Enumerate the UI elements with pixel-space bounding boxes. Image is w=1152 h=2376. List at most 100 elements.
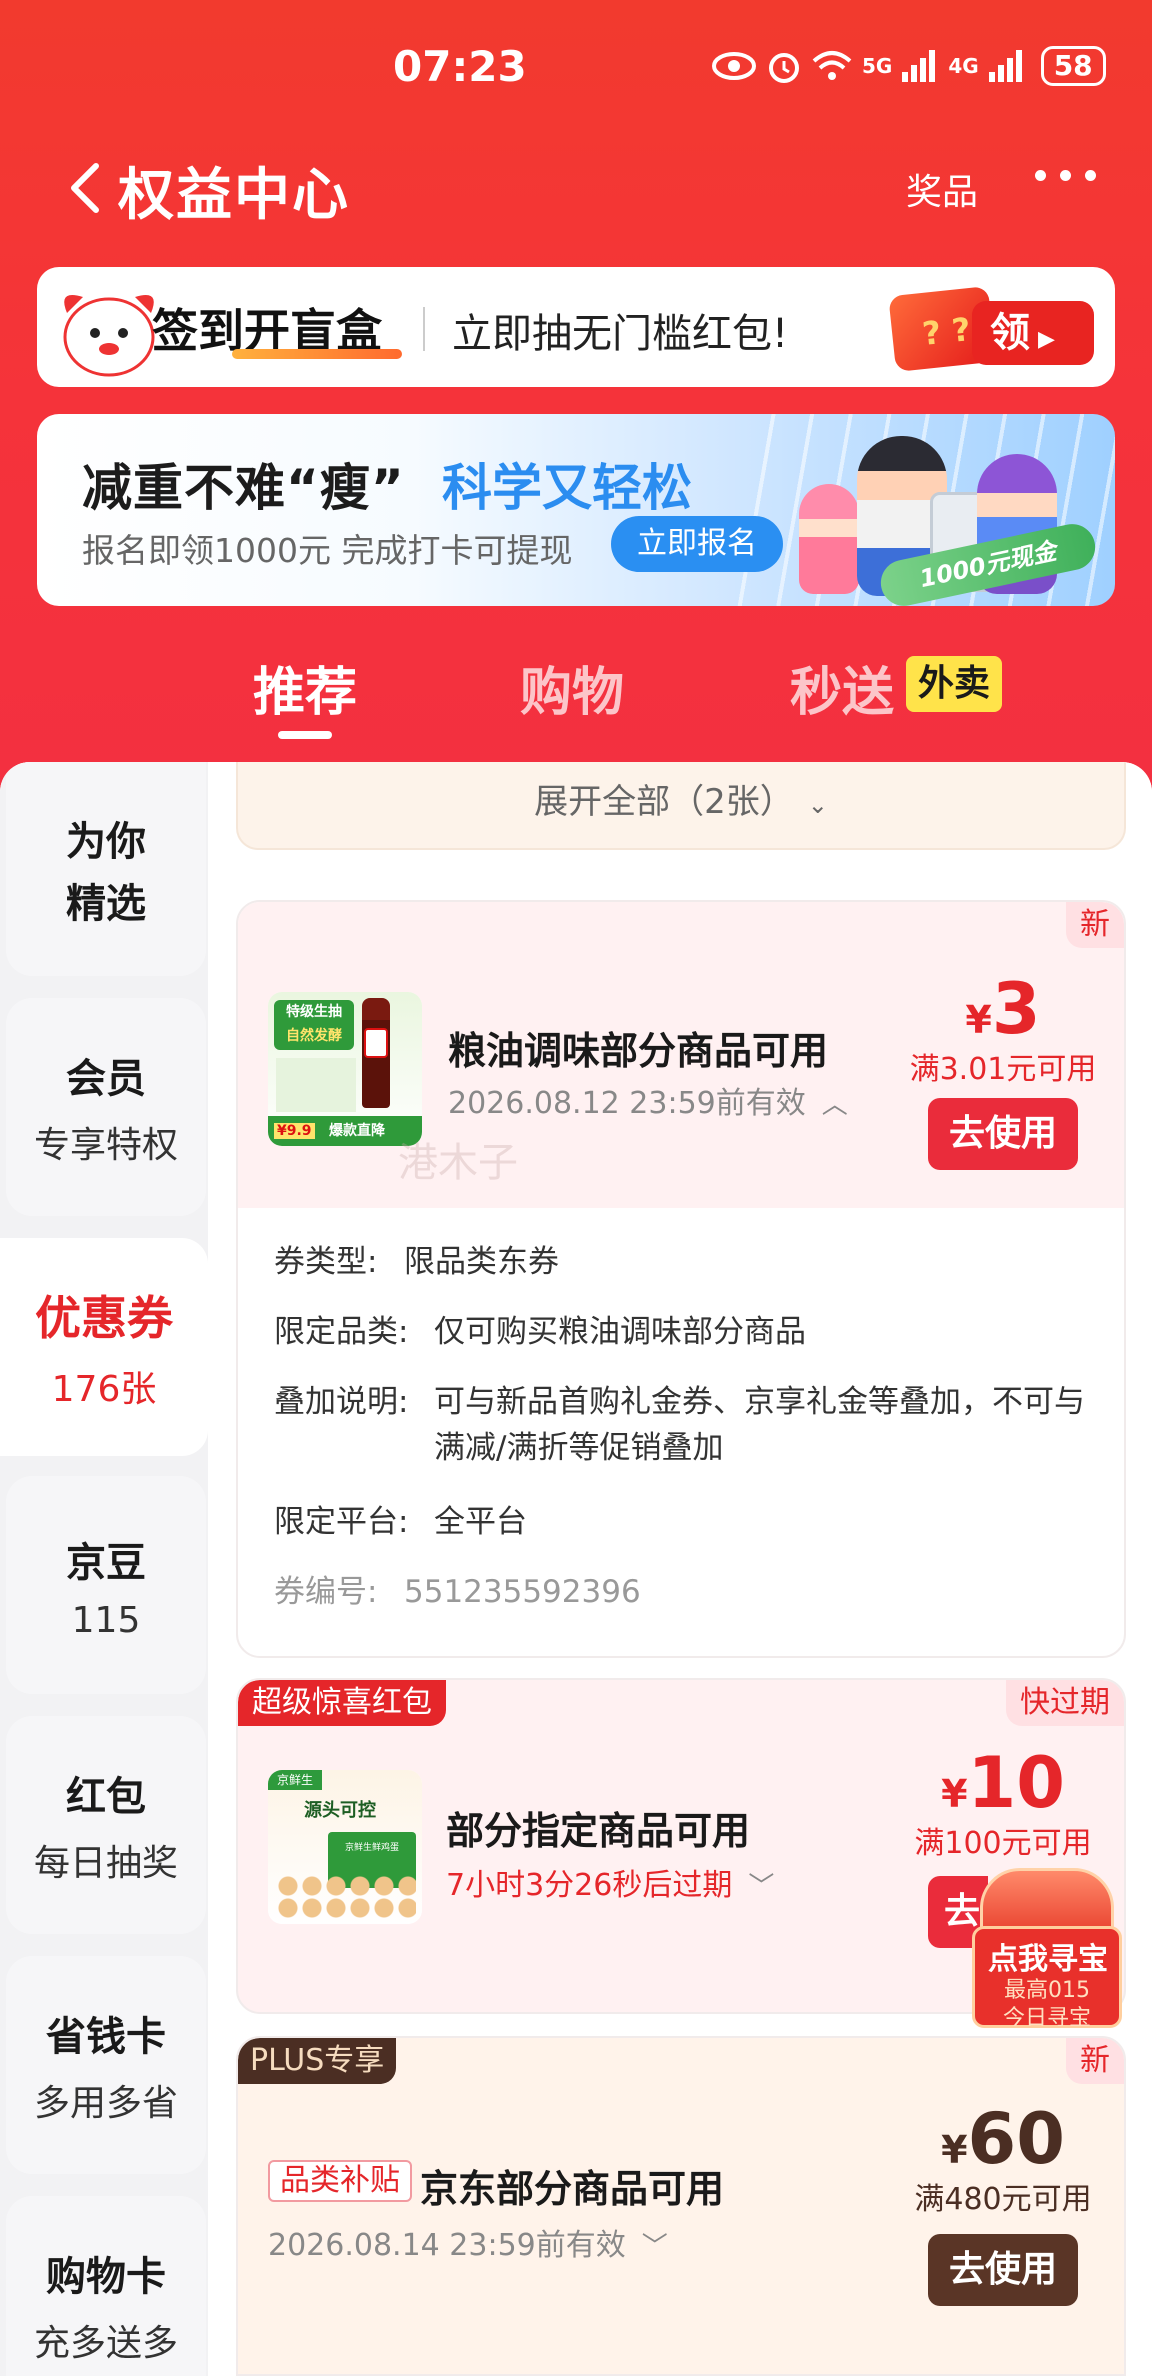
coupon-title: 粮油调味部分商品可用 [448, 1029, 829, 1073]
coupon-amount: 3 [991, 968, 1041, 1050]
prize-link[interactable]: 奖品 [906, 163, 978, 215]
girl-figure-icon [799, 484, 859, 594]
coupon-detail-row-cont: 满减/满折等促销叠加 [434, 1430, 724, 1466]
coupon-number: 551235592396 [404, 1574, 641, 1610]
product-thumbnail[interactable]: 特级生抽 自然发酵 ¥9.9 爆款直降 [268, 992, 422, 1146]
detail-key: 限定平台: [274, 1504, 409, 1540]
wifi-icon [812, 51, 852, 80]
sidebar-item-sublabel: 专享特权 [33, 1125, 178, 1166]
sidebar-item-label: 京豆 [66, 1539, 146, 1586]
coupon-card: PLUS专享 新 品类补贴 京东部分商品可用 2026.08.14 23:59前… [236, 2036, 1126, 2376]
chevron-up-icon[interactable]: ︿ [822, 1090, 848, 1120]
new-tag: 新 [1066, 2038, 1124, 2084]
coupon-list: 展开全部（2张） ⌄ 新 特级生抽 自然发酵 ¥9.9 爆款直降 粮油调味部分商品可… [208, 762, 1152, 2376]
use-coupon-button[interactable]: 去使用 [928, 1098, 1078, 1170]
thumb-text: 爆款直降 [329, 1123, 385, 1139]
detail-key: 券类型: [274, 1244, 378, 1280]
coupon-title: 部分指定商品可用 [446, 1809, 751, 1853]
sidebar-item-coupons[interactable]: 优惠券 176张 [0, 1238, 208, 1456]
sidebar-item-sublabel: 充多送多 [33, 2323, 178, 2364]
tab-indicator [278, 731, 332, 739]
coupon-date: 2026.08.12 23:59前有效 ︿ [448, 1078, 848, 1122]
network-4g-label: 4G [948, 54, 979, 78]
chevron-down-icon[interactable]: ﹀ [748, 1872, 774, 1902]
coupon-amount: 60 [967, 2098, 1065, 2180]
signal-icon-2 [988, 50, 1022, 82]
currency-symbol: ¥ [941, 1772, 968, 1816]
sidebar-item-sublabel: 每日抽奖 [33, 1843, 178, 1884]
sidebar-item-red-packet[interactable]: 红包 每日抽奖 [6, 1716, 206, 1934]
claim-button[interactable]: ? ? 领 ▶ [888, 285, 1094, 373]
sidebar-item-jingdou[interactable]: 京豆 115 [6, 1476, 206, 1694]
status-bar: 07:23 5G 4G 58 [0, 0, 1152, 130]
more-icon[interactable] [1035, 170, 1096, 181]
thumb-text: 自然发酵 [286, 1028, 342, 1044]
banner-title: 减重不难“瘦” [82, 459, 405, 517]
sidebar-item-saving-card[interactable]: 省钱卡 多用多省 [6, 1956, 206, 2174]
use-coupon-button[interactable]: 去使用 [928, 2234, 1078, 2306]
status-time: 07:23 [393, 42, 527, 91]
detail-value: 限品类东券 [404, 1244, 559, 1280]
new-tag: 新 [1066, 902, 1124, 948]
currency-symbol: ¥ [941, 2128, 968, 2172]
content-panel: 为你 精选 会员 专享特权 优惠券 176张 京豆 115 红包 每日抽奖 省钱… [0, 762, 1152, 2376]
banner-title-highlight: 科学又轻松 [442, 459, 692, 517]
signin-bar[interactable]: 签到开盲盒 立即抽无门槛红包! ? ? 领 ▶ [37, 267, 1115, 387]
alarm-icon [769, 53, 799, 83]
claim-pill[interactable]: 领 ▶ [972, 301, 1094, 365]
treasure-hunt-widget[interactable]: 点我寻宝 最高015 今日寻宝 [972, 1868, 1122, 2028]
banner-subtitle: 报名即领1000元 完成打卡可提现 [82, 531, 573, 570]
coupon-price: ¥3 满3.01元可用 [898, 968, 1108, 1088]
sidebar-item-member[interactable]: 会员 专享特权 [6, 998, 206, 1216]
coupon-date-text: 2026.08.12 23:59前有效 [448, 1086, 806, 1121]
chevron-down-icon: ⌄ [807, 791, 828, 819]
sidebar-item-label: 红包 [66, 1774, 146, 1820]
coupon-date-text: 2026.08.14 23:59前有效 [268, 2228, 626, 2263]
promo-banner[interactable]: 减重不难“瘦” 科学又轻松 报名即领1000元 完成打卡可提现 立即报名 100… [37, 414, 1115, 606]
coupon-price: ¥10 满100元可用 [898, 1742, 1108, 1862]
detail-key: 券编号: [274, 1574, 378, 1610]
coupon-condition: 满3.01元可用 [909, 1052, 1097, 1087]
tab-recommend[interactable]: 推荐 [253, 650, 357, 725]
tab-shopping[interactable]: 购物 [520, 650, 624, 725]
blind-box-text: ? ? [920, 310, 973, 353]
sidebar-item-sublabel: 176张 [51, 1369, 157, 1410]
product-thumbnail[interactable]: 京鲜生 源头可控 京鲜生鲜鸡蛋 [268, 1770, 422, 1924]
coupon-detail-row: 限定品类: 仅可购买粮油调味部分商品 [274, 1306, 806, 1351]
coupon-detail-row: 券类型: 限品类东券 [274, 1236, 559, 1281]
coupon-card: 新 特级生抽 自然发酵 ¥9.9 爆款直降 粮油调味部分商品可用 2026.08.… [236, 900, 1126, 1658]
signal-icon [902, 50, 936, 82]
coupon-detail-row: 叠加说明: 可与新品首购礼金券、京享礼金等叠加，不可与 [274, 1376, 1085, 1421]
coupon-title: 京东部分商品可用 [420, 2167, 725, 2211]
coupon-price: ¥60 满480元可用 [898, 2098, 1108, 2218]
sidebar-item-label: 会员 [66, 1056, 146, 1102]
detail-value: 仅可购买粮油调味部分商品 [434, 1314, 806, 1350]
sidebar: 为你 精选 会员 专享特权 优惠券 176张 京豆 115 红包 每日抽奖 省钱… [0, 762, 208, 2376]
coupon-number-row: 券编号: 551235592396 [274, 1566, 641, 1611]
page-title: 权益中心 [118, 163, 350, 228]
coupon-condition: 满480元可用 [914, 2182, 1092, 2217]
sidebar-item-label-2: 精选 [66, 881, 146, 927]
back-arrow-icon[interactable] [60, 158, 120, 218]
divider [423, 307, 425, 351]
coupon-detail-row: 限定平台: 全平台 [274, 1496, 527, 1541]
signin-title: 签到开盲盒 [152, 295, 402, 361]
detail-key: 限定品类: [274, 1314, 409, 1350]
coupon-condition: 满100元可用 [914, 1826, 1092, 1861]
coupon-countdown: 7小时3分26秒后过期 ﹀ [446, 1860, 774, 1904]
signup-button[interactable]: 立即报名 [611, 516, 783, 572]
claim-label: 领 [990, 310, 1030, 356]
sidebar-item-sublabel: 115 [71, 1599, 141, 1641]
network-5g-label: 5G [862, 54, 893, 78]
chevron-down-icon[interactable]: ﹀ [642, 2232, 668, 2262]
sidebar-item-for-you[interactable]: 为你 精选 [6, 762, 206, 976]
sidebar-item-shopping-card[interactable]: 购物卡 充多送多 [6, 2196, 206, 2376]
signin-text: 立即抽无门槛红包! [452, 311, 789, 357]
currency-symbol: ¥ [965, 998, 992, 1042]
sidebar-item-label: 为你 [66, 819, 146, 865]
jd-dog-mascot-icon [63, 295, 155, 377]
expand-all-button[interactable]: 展开全部（2张） ⌄ [236, 762, 1126, 850]
watermark: 港木子 [398, 1140, 518, 1186]
thumb-text: 京鲜生鲜鸡蛋 [344, 1843, 399, 1853]
tab-express[interactable]: 秒送 [790, 650, 894, 725]
